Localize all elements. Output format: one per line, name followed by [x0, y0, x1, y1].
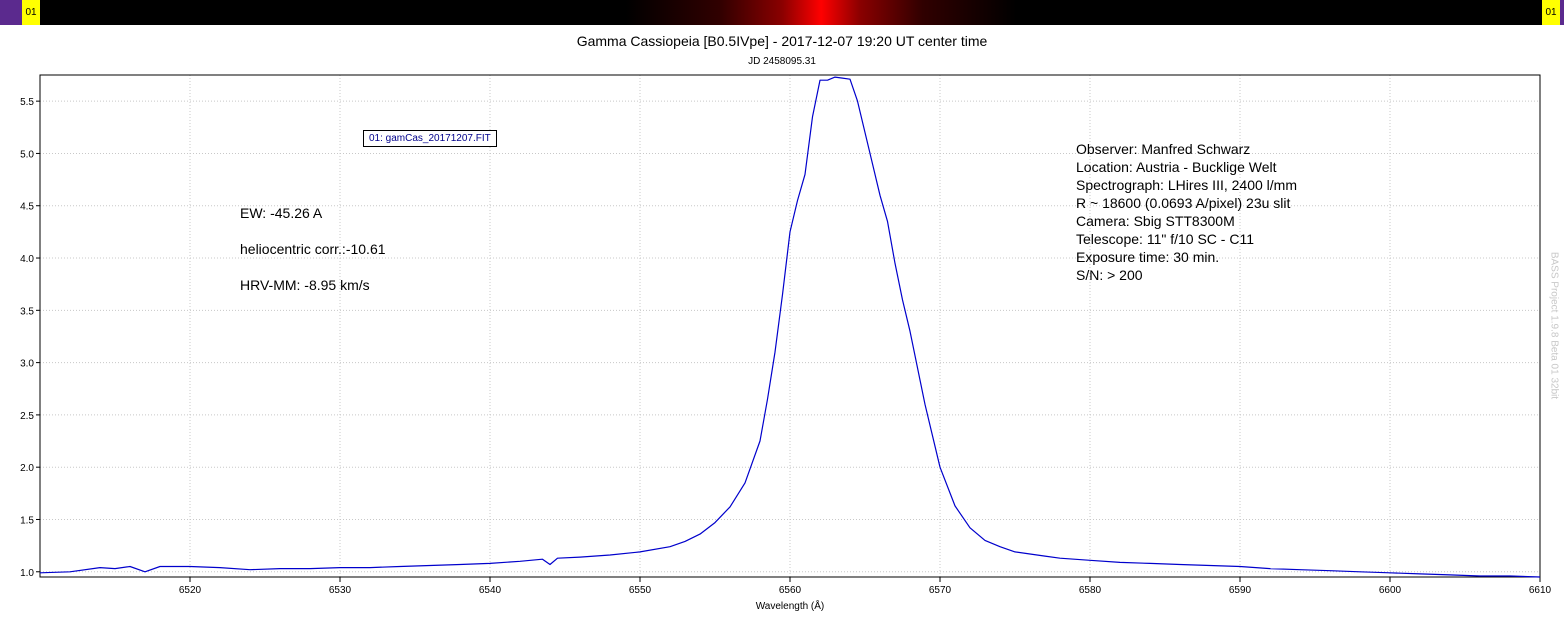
- y-tick-label: 5.5: [20, 97, 34, 108]
- telescope-line: Telescope: 11" f/10 SC - C11: [1076, 231, 1254, 247]
- hrv-note: HRV-MM: -8.95 km/s: [240, 277, 370, 293]
- camera-line: Camera: Sbig STT8300M: [1076, 213, 1235, 229]
- y-tick-label: 1.5: [20, 515, 34, 526]
- y-tick-label: 4.0: [20, 254, 34, 265]
- y-tick-label: 2.0: [20, 463, 34, 474]
- y-tick-label: 4.5: [20, 202, 34, 213]
- snr-line: S/N: > 200: [1076, 267, 1143, 283]
- ew-note: EW: -45.26 A: [240, 205, 323, 221]
- heliocentric-note: heliocentric corr.:-10.61: [240, 241, 386, 257]
- x-axis-label: Wavelength (Å): [755, 601, 825, 612]
- exposure-line: Exposure time: 30 min.: [1076, 249, 1220, 265]
- y-tick-label: 1.0: [20, 568, 34, 579]
- y-tick-label: 5.0: [20, 149, 34, 160]
- x-tick-label: 6570: [929, 585, 952, 596]
- y-tick-label: 3.0: [20, 359, 34, 370]
- x-tick-label: 6590: [1229, 585, 1252, 596]
- x-tick-label: 6530: [329, 585, 352, 596]
- observer-info: Observer: Manfred Schwarz Location: Aust…: [1076, 140, 1297, 284]
- spectrum-chart[interactable]: 6520 6530 6540 6550 6560 6570 6580 6590 6600 6610…: [0, 0, 1564, 617]
- x-tick-label: 6550: [629, 585, 652, 596]
- x-tick-label: 6580: [1079, 585, 1102, 596]
- y-tick-label: 2.5: [20, 411, 34, 422]
- spectrograph-line: Spectrograph: LHires III, 2400 l/mm: [1076, 177, 1297, 193]
- observer-line: Observer: Manfred Schwarz: [1076, 141, 1251, 157]
- location-line: Location: Austria - Bucklige Welt: [1076, 159, 1277, 175]
- software-watermark: BASS Project 1.9.8 Beta 01 32bit: [1548, 251, 1560, 400]
- x-tick-label: 6540: [479, 585, 502, 596]
- x-tick-label: 6610: [1529, 585, 1552, 596]
- x-tick-label: 6600: [1379, 585, 1402, 596]
- resolution-line: R ~ 18600 (0.0693 A/pixel) 23u slit: [1076, 195, 1291, 211]
- x-tick-label: 6560: [779, 585, 802, 596]
- x-tick-label: 6520: [179, 585, 202, 596]
- series-legend[interactable]: 01: gamCas_20171207.FIT: [363, 130, 497, 147]
- y-tick-label: 3.5: [20, 306, 34, 317]
